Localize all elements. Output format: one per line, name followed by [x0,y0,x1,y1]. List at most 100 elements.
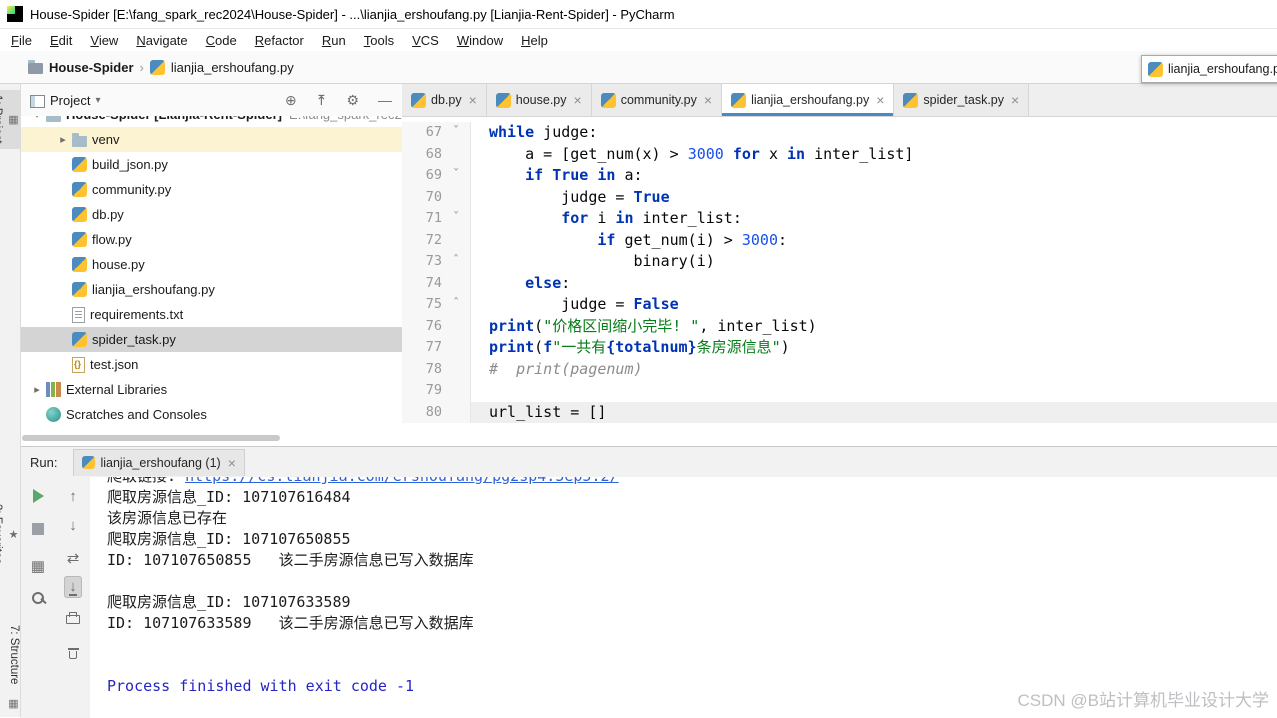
console[interactable]: 爬取链接: https://cs.lianjia.com/ershoufang/… [90,477,1277,718]
restore-layout-icon[interactable]: ▦ [31,559,45,574]
tool-window-button-structure[interactable]: 7: Structure [0,620,20,689]
tool-window-button-project[interactable]: ▦ 1: Project [0,90,20,149]
code-line-68[interactable]: 68 a = [get_num(x) > 3000 for x in inter… [402,143,1277,165]
code-line-78[interactable]: 78 # print(pagenum) [402,358,1277,380]
code-line-70[interactable]: 70 judge = True [402,186,1277,208]
chevron-right-icon[interactable]: ▸ [28,383,46,396]
line-number[interactable]: 76 [402,315,442,337]
tree-item-requirements-txt[interactable]: requirements.txt [20,302,402,327]
code-line-71[interactable]: 71 ˇ for i in inter_list: [402,208,1277,230]
tree-item-house-py[interactable]: house.py [20,252,402,277]
tree-item-community-py[interactable]: community.py [20,177,402,202]
code-line-79[interactable]: 79 [402,380,1277,402]
menu-item-refactor[interactable]: Refactor [246,31,313,50]
line-number[interactable]: 69 [402,165,442,187]
menu-item-window[interactable]: Window [448,31,512,50]
line-number[interactable]: 79 [402,380,442,402]
editor-tab-house.py[interactable]: house.py × [486,84,592,116]
code-line-74[interactable]: 74 else: [402,272,1277,294]
tool-windows-quick-access-icon[interactable]: ▦ [0,692,20,715]
tool-window-button-favorites[interactable]: ★ 2: Favorites [0,499,20,569]
editor-tab-db.py[interactable]: db.py × [402,84,487,116]
stop-button[interactable] [32,523,44,535]
breadcrumb-project[interactable]: House-Spider [49,60,134,75]
chevron-down-icon[interactable]: ▾ [28,116,46,121]
tree-item-root[interactable]: ▾ House-Spider [Lianjia-Rent-Spider] E:\… [20,116,402,127]
clear-console-icon[interactable] [67,646,79,659]
close-icon[interactable]: × [228,455,236,471]
line-number[interactable]: 68 [402,143,442,165]
line-number[interactable]: 67 [402,122,442,144]
menu-item-navigate[interactable]: Navigate [127,31,196,50]
tree-item-external-libraries[interactable]: ▸ External Libraries [20,377,402,402]
line-number[interactable]: 70 [402,186,442,208]
menu-item-view[interactable]: View [81,31,127,50]
menu-item-help[interactable]: Help [512,31,557,50]
editor-tab-lianjia_ershoufang.py[interactable]: lianjia_ershoufang.py × [722,84,895,116]
tree-item-lianjia_ershoufang-py[interactable]: lianjia_ershoufang.py [20,277,402,302]
code-line-69[interactable]: 69 ˇ if True in a: [402,165,1277,187]
code-line-73[interactable]: 73 ˆ binary(i) [402,251,1277,273]
line-number[interactable]: 80 [402,401,442,423]
line-number[interactable]: 75 [402,294,442,316]
code-line-75[interactable]: 75 ˆ judge = False [402,294,1277,316]
breadcrumb-file[interactable]: lianjia_ershoufang.py [171,60,294,75]
fold-marker-icon[interactable]: ˆ [442,294,471,316]
code-line-77[interactable]: 77 print(f"一共有{totalnum}条房源信息") [402,337,1277,359]
gear-icon[interactable]: ⚙ [346,93,359,107]
fold-marker-icon[interactable]: ˇ [442,208,471,230]
run-tab[interactable]: lianjia_ershoufang (1) × [73,448,245,476]
tree-item-spider_task-py[interactable]: spider_task.py [20,327,402,352]
soft-wrap-icon[interactable]: ⇄ [67,551,80,566]
line-number[interactable]: 74 [402,272,442,294]
code-line-80[interactable]: 80 url_list = [] [402,401,1277,423]
line-number[interactable]: 77 [402,337,442,359]
down-stack-trace-icon[interactable]: ↓ [69,518,77,533]
close-icon[interactable]: × [1011,92,1019,108]
menu-item-tools[interactable]: Tools [355,31,403,50]
project-view-selector[interactable]: Project [50,93,90,108]
close-icon[interactable]: × [704,92,712,108]
tree-item-test-json[interactable]: test.json [20,352,402,377]
tree-item-db-py[interactable]: db.py [20,202,402,227]
console-link[interactable]: https://cs.lianjia.com/ershoufang/pg2sp4… [185,477,618,485]
line-number[interactable]: 72 [402,229,442,251]
project-horizontal-scrollbar[interactable] [22,435,280,441]
code-line-67[interactable]: 67 ˇ while judge: [402,122,1277,144]
rerun-button[interactable] [32,489,44,503]
fold-marker-icon[interactable]: ˇ [442,122,471,144]
close-icon[interactable]: × [876,92,884,108]
editor-tab-community.py[interactable]: community.py × [591,84,723,116]
fold-marker-icon[interactable]: ˆ [442,251,471,273]
menu-item-vcs[interactable]: VCS [403,31,448,50]
menu-item-file[interactable]: File [2,31,41,50]
chevron-right-icon[interactable]: ▸ [54,133,72,146]
scroll-to-end-button[interactable]: ↓ [64,576,82,598]
chevron-down-icon[interactable]: ▾ [95,95,100,106]
locate-file-icon[interactable]: ⊕ [285,93,297,107]
menu-item-code[interactable]: Code [197,31,246,50]
fold-gutter [442,272,471,294]
line-number[interactable]: 71 [402,208,442,230]
tree-item-scratches-and-consoles[interactable]: Scratches and Consoles [20,402,402,427]
line-number[interactable]: 73 [402,251,442,273]
tree-item-flow-py[interactable]: flow.py [20,227,402,252]
close-icon[interactable]: × [469,92,477,108]
close-icon[interactable]: × [574,92,582,108]
code-line-76[interactable]: 76 print("价格区间缩小完毕! ", inter_list) [402,315,1277,337]
line-number[interactable]: 78 [402,358,442,380]
editor-tab-spider_task.py[interactable]: spider_task.py × [894,84,1030,116]
up-stack-trace-icon[interactable]: ↑ [69,489,77,504]
code-line-72[interactable]: 72 if get_num(i) > 3000: [402,229,1277,251]
print-icon[interactable] [66,612,80,624]
collapse-all-icon[interactable]: ⇤ [314,94,330,106]
pin-tab-icon[interactable] [32,592,44,604]
tree-item-build_json-py[interactable]: build_json.py [20,152,402,177]
menu-item-run[interactable]: Run [313,31,355,50]
hide-panel-icon[interactable]: — [378,93,392,107]
tree-item-venv[interactable]: ▸ venv [20,127,402,152]
menu-item-edit[interactable]: Edit [41,31,81,50]
floating-editor-tab[interactable]: lianjia_ershoufang.py [1141,55,1277,83]
code-area[interactable]: 67 ˇ while judge: 68 a = [get_num(x) > 3000… [402,116,1277,446]
fold-marker-icon[interactable]: ˇ [442,165,471,187]
